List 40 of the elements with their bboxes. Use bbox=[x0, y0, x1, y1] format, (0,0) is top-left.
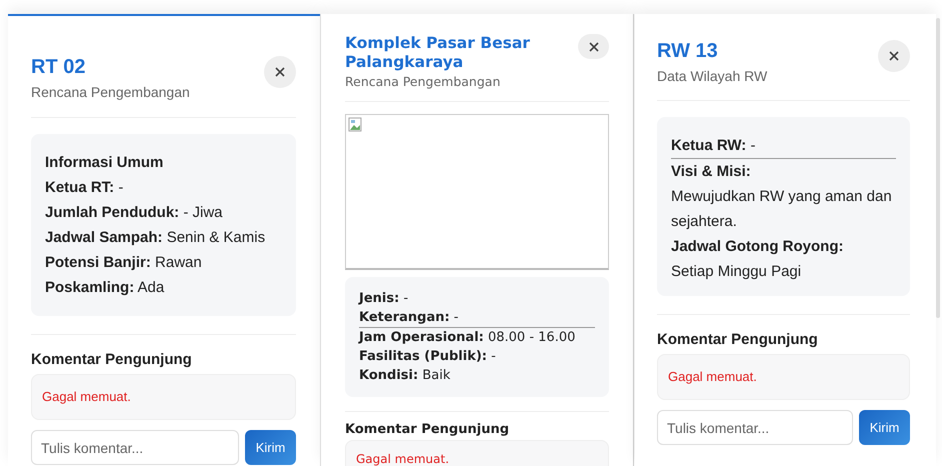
info-text: Setiap Minggu Pagi bbox=[671, 262, 802, 282]
panel-title: RT 02 bbox=[31, 56, 86, 79]
comments-title: Komentar Pengunjung bbox=[345, 422, 510, 437]
info-row-text: Fasilitas (Publik): - bbox=[359, 348, 497, 366]
error-message: Gagal memuat. bbox=[668, 369, 757, 384]
comment-field[interactable]: Tulis komentar... bbox=[657, 410, 853, 445]
close-icon bbox=[889, 51, 899, 61]
comment-field[interactable]: Tulis komentar... bbox=[31, 430, 239, 465]
info-label: Jadwal Gotong Royong: bbox=[671, 237, 844, 257]
panel-title: Komplek Pasar Besar Palangkaraya bbox=[345, 34, 531, 72]
panel-subtitle: Data Wilayah RW bbox=[657, 68, 768, 84]
close-icon bbox=[275, 67, 285, 77]
panel-subtitle: Rencana Pengembangan bbox=[31, 84, 190, 100]
send-button[interactable]: Kirim bbox=[245, 430, 296, 465]
info-label: Visi & Misi: bbox=[671, 162, 752, 182]
close-button[interactable] bbox=[578, 34, 609, 59]
close-button[interactable] bbox=[264, 56, 296, 88]
info-text: Mewujudkan RW yang aman dan sejahtera. bbox=[671, 187, 893, 232]
info-row-text: Kondisi: Baik bbox=[359, 367, 452, 385]
info-row-text: Ketua RT: - bbox=[45, 178, 124, 198]
info-row-text: Jumlah Penduduk: - Jiwa bbox=[45, 203, 224, 223]
comments-title: Komentar Pengunjung bbox=[31, 351, 193, 368]
info-row-text: Jenis: - bbox=[359, 290, 410, 308]
panel-subtitle: Rencana Pengembangan bbox=[345, 74, 502, 89]
info-row-text: Potensi Banjir: Rawan bbox=[45, 253, 203, 273]
info-row-text: Ketua RW: - bbox=[671, 136, 756, 156]
info-row-text: Jam Operasional: 08.00 - 16.00 bbox=[359, 329, 576, 347]
info-row-text: Poskamling: Ada bbox=[45, 278, 166, 298]
error-message: Gagal memuat. bbox=[356, 452, 450, 466]
info-row-text: Jadwal Sampah: Senin & Kamis bbox=[45, 228, 266, 248]
panel-title: RW 13 bbox=[657, 40, 719, 63]
error-message: Gagal memuat. bbox=[42, 389, 131, 404]
info-row-text: Keterangan: - bbox=[359, 309, 460, 327]
info-heading: Informasi Umum bbox=[45, 153, 164, 173]
close-icon bbox=[588, 42, 598, 52]
scrollbar[interactable] bbox=[936, 18, 940, 318]
broken-image-icon bbox=[348, 117, 364, 133]
send-button[interactable]: Kirim bbox=[859, 410, 910, 445]
comments-title: Komentar Pengunjung bbox=[657, 331, 819, 348]
close-button[interactable] bbox=[878, 40, 910, 72]
